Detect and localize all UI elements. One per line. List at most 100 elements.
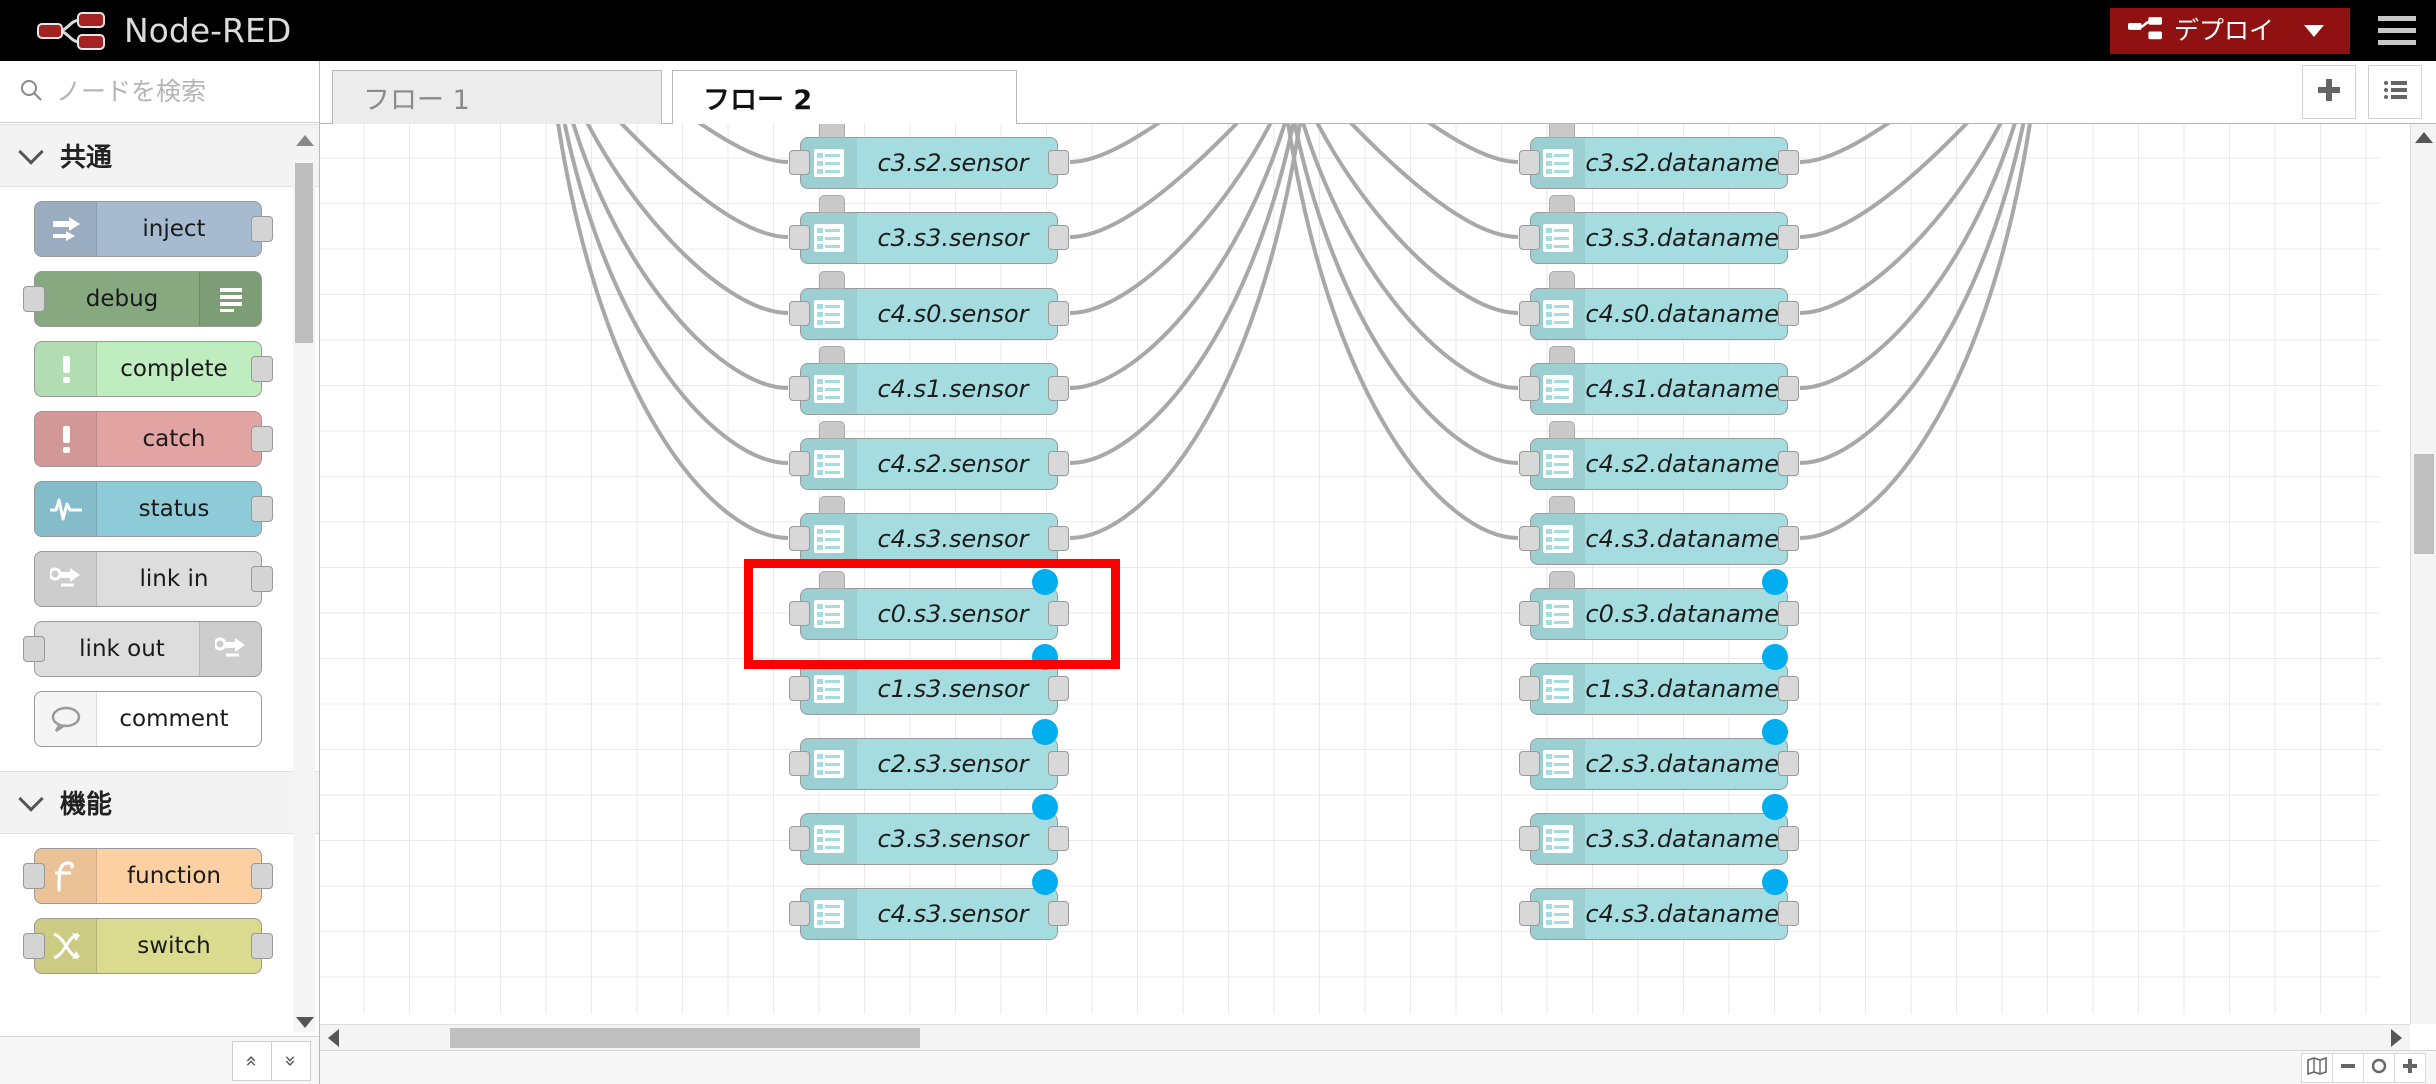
palette-search-bar[interactable] <box>0 61 319 123</box>
node-output-port[interactable] <box>1048 601 1069 626</box>
node-link-marker[interactable] <box>1762 719 1788 745</box>
collapse-all-button[interactable]: « <box>232 1040 272 1081</box>
scroll-up-arrow-icon[interactable] <box>2415 132 2433 143</box>
node-output-port[interactable] <box>1048 901 1069 926</box>
node-output-port[interactable] <box>1048 301 1069 326</box>
node-input-port[interactable] <box>789 376 810 401</box>
flow-node[interactable]: c4.s0.sensor <box>789 271 1069 340</box>
node-output-port[interactable] <box>1778 751 1799 776</box>
node-output-port[interactable] <box>251 356 273 382</box>
node-link-marker[interactable] <box>1032 644 1058 670</box>
flow-node[interactable]: c4.s2.sensor <box>789 421 1069 490</box>
expand-all-button[interactable]: » <box>271 1040 311 1081</box>
node-input-port[interactable] <box>789 526 810 551</box>
scroll-right-arrow-icon[interactable] <box>2391 1029 2402 1047</box>
palette-node-comment[interactable]: comment <box>34 691 262 747</box>
node-input-port[interactable] <box>1519 526 1540 551</box>
flow-node[interactable]: c4.s0.dataname <box>1519 271 1799 340</box>
node-input-port[interactable] <box>789 751 810 776</box>
node-input-port[interactable] <box>1519 376 1540 401</box>
palette-node-catch[interactable]: catch <box>34 411 273 467</box>
flow-node[interactable]: c4.s3.dataname <box>1519 888 1799 940</box>
node-output-port[interactable] <box>251 496 273 522</box>
zoom-in-button[interactable] <box>2394 1052 2426 1083</box>
node-input-port[interactable] <box>1519 301 1540 326</box>
node-input-port[interactable] <box>789 301 810 326</box>
node-input-port[interactable] <box>1519 225 1540 250</box>
node-output-port[interactable] <box>1048 526 1069 551</box>
node-link-marker[interactable] <box>1032 719 1058 745</box>
palette-node-function[interactable]: function <box>23 848 273 904</box>
zoom-reset-button[interactable] <box>2363 1052 2395 1083</box>
deploy-button[interactable]: デプロイ <box>2109 7 2350 54</box>
flow-canvas-viewport[interactable]: c3.s2.sensor c3.s3.sensor c4.s0.sensor c4.s… <box>320 124 2436 1084</box>
scroll-left-arrow-icon[interactable] <box>328 1029 339 1047</box>
flow-node[interactable]: c4.s3.sensor <box>789 888 1069 940</box>
node-output-port[interactable] <box>1778 451 1799 476</box>
node-input-port[interactable] <box>1519 676 1540 701</box>
node-output-port[interactable] <box>1778 301 1799 326</box>
flow-node[interactable]: c3.s2.dataname <box>1519 124 1799 189</box>
node-input-port[interactable] <box>789 676 810 701</box>
node-output-port[interactable] <box>1048 225 1069 250</box>
node-output-port[interactable] <box>1778 601 1799 626</box>
canvas-vertical-scrollbar[interactable] <box>2410 124 2436 1024</box>
flow-node[interactable]: c1.s3.dataname <box>1519 663 1799 715</box>
scroll-down-arrow-icon[interactable] <box>296 1017 314 1028</box>
search-input[interactable] <box>54 76 309 107</box>
flow-canvas[interactable]: c3.s2.sensor c3.s3.sensor c4.s0.sensor c4.s… <box>320 124 2380 1014</box>
navigator-map-button[interactable] <box>2301 1052 2333 1083</box>
node-input-port[interactable] <box>23 286 45 312</box>
node-input-port[interactable] <box>1519 150 1540 175</box>
canvas-horizontal-scrollbar[interactable] <box>320 1024 2410 1050</box>
scroll-up-arrow-icon[interactable] <box>296 135 314 146</box>
palette-node-link-in[interactable]: link in <box>34 551 273 607</box>
flow-node[interactable]: c3.s2.sensor <box>789 124 1069 189</box>
flow-node[interactable]: c3.s3.sensor <box>789 813 1069 865</box>
flow-node[interactable]: c4.s3.dataname <box>1519 496 1799 565</box>
node-output-port[interactable] <box>1048 676 1069 701</box>
node-output-port[interactable] <box>1048 376 1069 401</box>
node-input-port[interactable] <box>23 636 45 662</box>
node-output-port[interactable] <box>1778 150 1799 175</box>
node-input-port[interactable] <box>1519 451 1540 476</box>
flow-node[interactable]: c4.s1.sensor <box>789 346 1069 415</box>
palette-node-complete[interactable]: complete <box>34 341 273 397</box>
flow-node[interactable]: c0.s3.sensor <box>789 571 1069 640</box>
palette-node-switch[interactable]: switch <box>23 918 273 974</box>
node-input-port[interactable] <box>1519 601 1540 626</box>
flow-node[interactable]: c1.s3.sensor <box>789 663 1069 715</box>
node-link-marker[interactable] <box>1762 794 1788 820</box>
node-input-port[interactable] <box>23 863 45 889</box>
node-output-port[interactable] <box>1048 451 1069 476</box>
palette-node-status[interactable]: status <box>34 481 273 537</box>
node-output-port[interactable] <box>1778 826 1799 851</box>
node-output-port[interactable] <box>1048 751 1069 776</box>
node-link-marker[interactable] <box>1032 569 1058 595</box>
node-input-port[interactable] <box>1519 901 1540 926</box>
flow-node[interactable]: c4.s3.sensor <box>789 496 1069 565</box>
node-input-port[interactable] <box>789 901 810 926</box>
tab-flow-1[interactable]: フロー 1 <box>332 70 662 124</box>
palette-node-inject[interactable]: inject <box>34 201 273 257</box>
chevron-down-icon[interactable] <box>2304 24 2324 37</box>
node-input-port[interactable] <box>789 150 810 175</box>
flow-node[interactable]: c3.s3.dataname <box>1519 813 1799 865</box>
node-input-port[interactable] <box>1519 826 1540 851</box>
palette-node-link-out[interactable]: link out <box>23 621 262 677</box>
node-input-port[interactable] <box>789 451 810 476</box>
palette-scrollbar-thumb[interactable] <box>295 163 313 343</box>
flow-node[interactable]: c2.s3.dataname <box>1519 738 1799 790</box>
node-output-port[interactable] <box>1778 901 1799 926</box>
node-input-port[interactable] <box>23 933 45 959</box>
flow-node[interactable]: c0.s3.dataname <box>1519 571 1799 640</box>
palette-category-header-common[interactable]: 共通 <box>0 124 319 187</box>
node-link-marker[interactable] <box>1032 869 1058 895</box>
flow-node[interactable]: c4.s1.dataname <box>1519 346 1799 415</box>
node-link-marker[interactable] <box>1762 869 1788 895</box>
node-input-port[interactable] <box>789 826 810 851</box>
canvas-horizontal-scrollbar-thumb[interactable] <box>450 1028 920 1048</box>
node-output-port[interactable] <box>1778 225 1799 250</box>
node-link-marker[interactable] <box>1032 794 1058 820</box>
add-flow-button[interactable] <box>2302 65 2356 119</box>
